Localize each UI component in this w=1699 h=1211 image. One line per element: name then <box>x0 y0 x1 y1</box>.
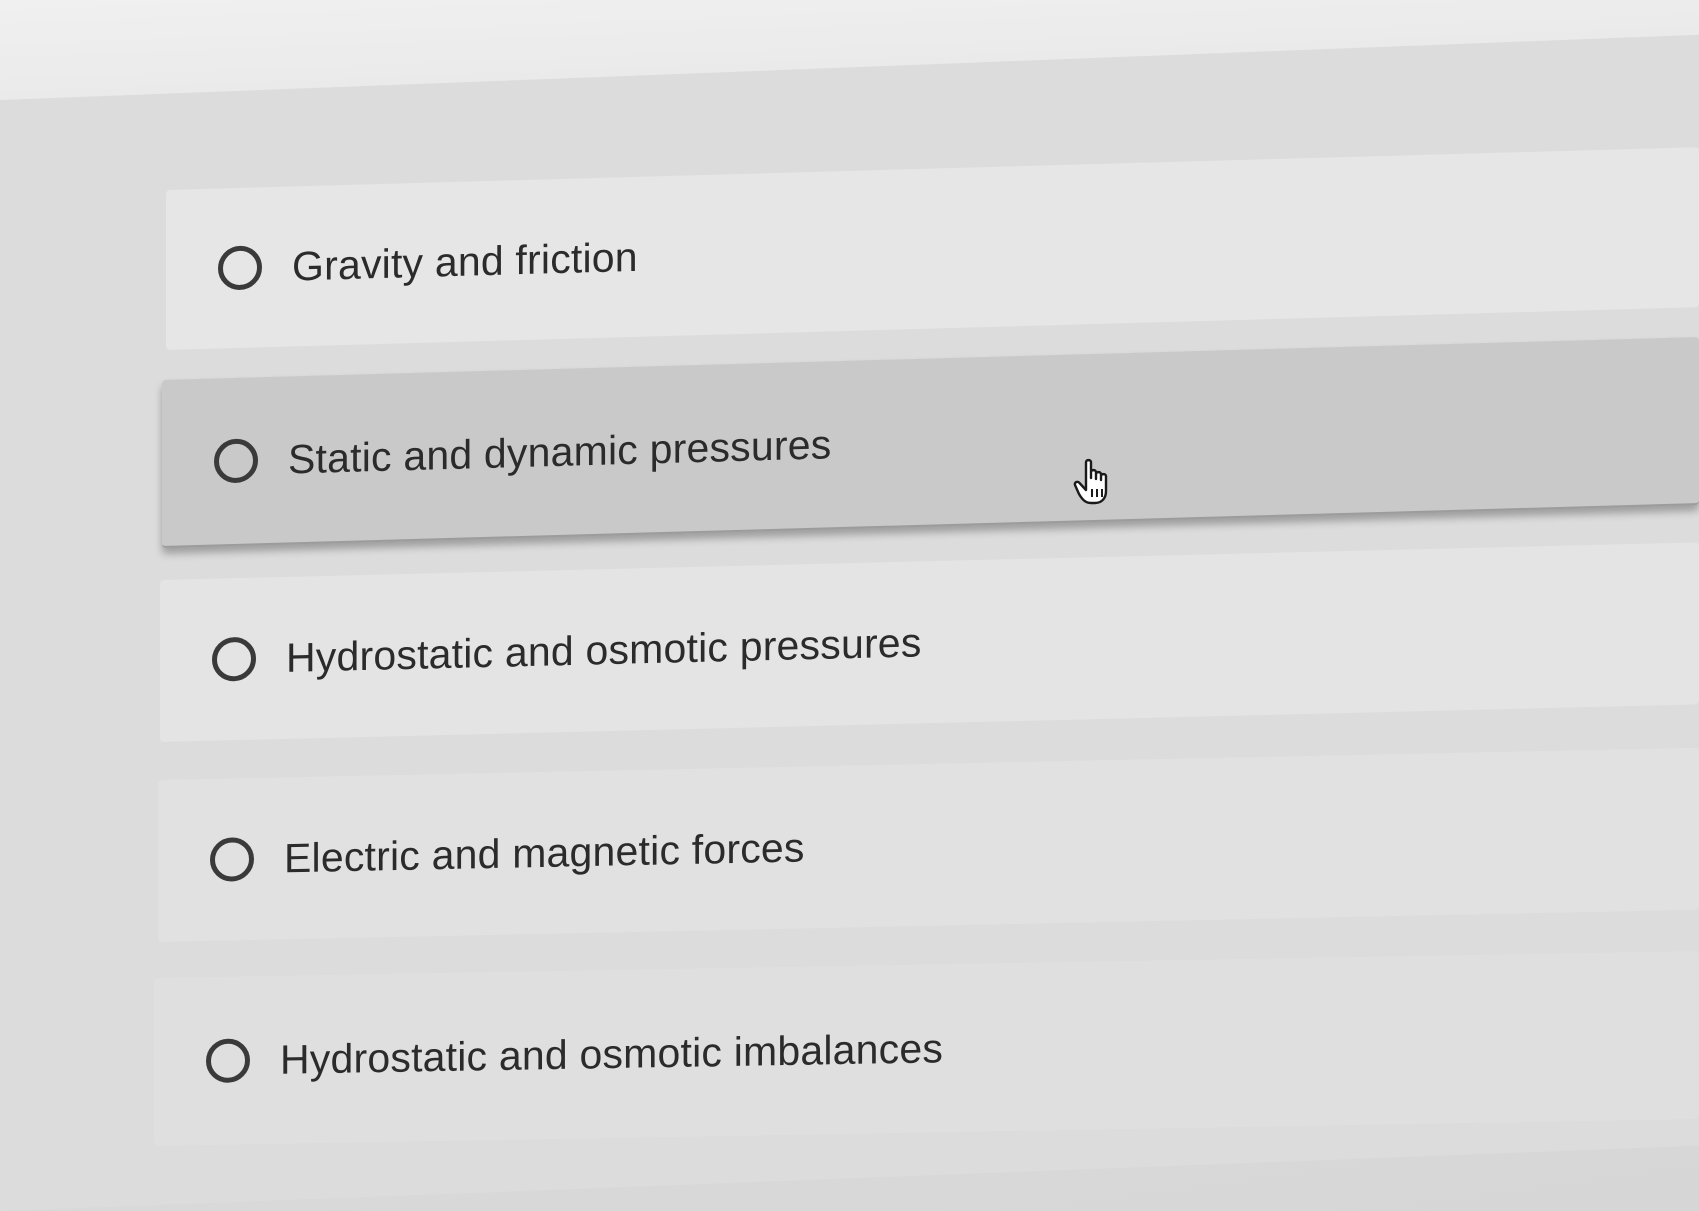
answer-option-hovered[interactable]: Static and dynamic pressures <box>162 337 1699 548</box>
answer-option-label: Electric and magnetic forces <box>284 823 805 881</box>
hand-pointer-icon <box>1073 458 1108 505</box>
answer-options-list: Gravity and friction Static and dynamic … <box>0 0 1699 1211</box>
radio-button[interactable] <box>206 1038 250 1084</box>
answer-option[interactable]: Gravity and friction <box>166 147 1699 350</box>
radio-button[interactable] <box>214 438 258 484</box>
answer-option-label: Static and dynamic pressures <box>288 420 832 482</box>
answer-option-label: Gravity and friction <box>292 233 638 289</box>
answer-option[interactable]: Electric and magnetic forces <box>158 747 1699 942</box>
radio-button[interactable] <box>210 836 254 882</box>
answer-option[interactable]: Hydrostatic and osmotic imbalances <box>154 951 1699 1146</box>
answer-option-label: Hydrostatic and osmotic imbalances <box>280 1024 944 1083</box>
answer-option[interactable]: Hydrostatic and osmotic pressures <box>160 542 1699 742</box>
answer-option-label: Hydrostatic and osmotic pressures <box>286 618 922 681</box>
radio-button[interactable] <box>212 636 256 682</box>
radio-button[interactable] <box>218 245 262 291</box>
